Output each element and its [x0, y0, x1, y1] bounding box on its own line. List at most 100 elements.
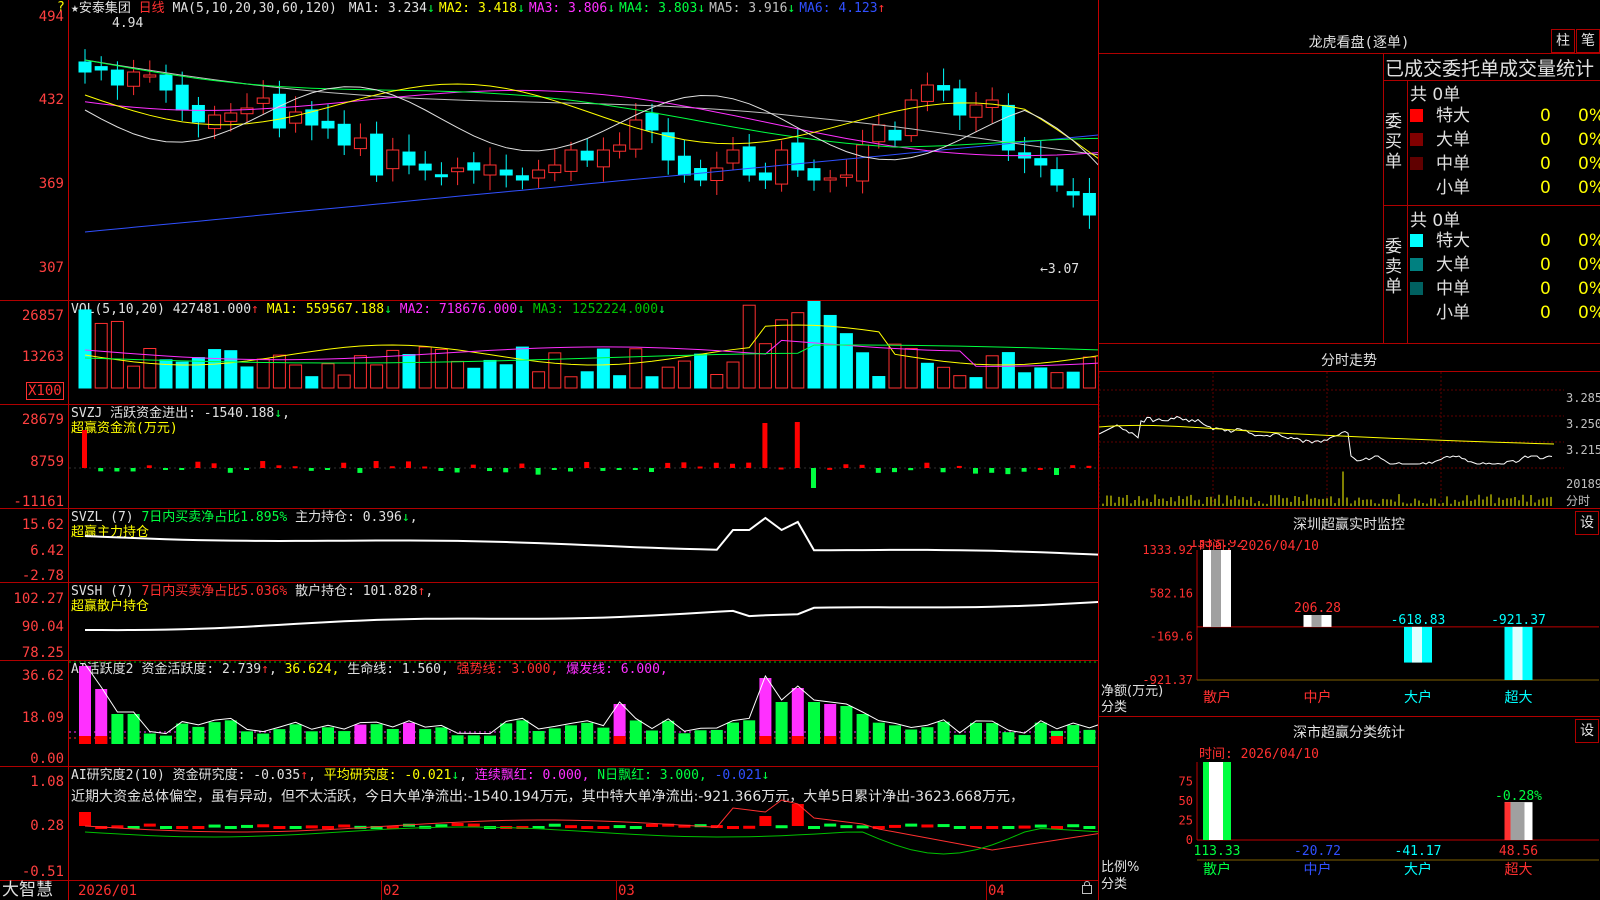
volume-bar — [515, 346, 529, 389]
classify-top-note: -0.28% — [1495, 789, 1542, 804]
candle-body — [645, 112, 659, 131]
ai-active-bar — [970, 722, 982, 744]
classify-settings-button[interactable]: 设 — [1575, 719, 1599, 743]
classify-y-tick: 25 — [1179, 814, 1193, 828]
volume-bar — [418, 346, 432, 389]
svzj-bar — [551, 468, 557, 470]
monitor-settings-button[interactable]: 设 — [1575, 511, 1599, 535]
volume-bar — [677, 360, 691, 389]
sell-count: 0 — [1540, 279, 1551, 299]
candlestick-chart[interactable] — [69, 0, 1098, 300]
volume-bar — [1018, 372, 1032, 389]
classify-category-1: 中户 — [1304, 861, 1332, 878]
price-tick-3: 307 — [38, 260, 64, 276]
ai-active-chart[interactable] — [69, 660, 1098, 766]
monitor-y-tick: 582.16 — [1150, 586, 1193, 600]
svzj-bar — [292, 466, 298, 469]
candle-body — [1066, 191, 1080, 196]
svsh-tick-0: 102.27 — [13, 591, 64, 607]
ai-research-bar — [889, 824, 901, 828]
ai-research-bar — [905, 823, 918, 827]
x-label-feb: 02 — [383, 883, 400, 899]
sell-count: 0 — [1540, 231, 1551, 251]
intraday-tick-0: 3.285 — [1566, 391, 1600, 405]
x-label-jan: 2026/01 — [78, 883, 138, 899]
intraday-panel[interactable]: 分时走势 3.285 3.250 3.215 20189 分时 — [1099, 345, 1600, 510]
lock-icon[interactable] — [1082, 881, 1092, 894]
ai-active-red-base — [791, 736, 804, 744]
svzj-bar — [487, 468, 492, 472]
volume-bar — [337, 374, 351, 389]
ai-research-bar — [727, 826, 739, 829]
volume-bar — [1082, 356, 1096, 389]
ai-research-bar — [613, 825, 626, 829]
svzj-chart[interactable] — [69, 404, 1098, 508]
svzj-bar — [665, 462, 671, 468]
ai-research-bar — [646, 823, 658, 827]
candle-body — [224, 112, 238, 122]
monitor-bar-value-3: -921.37 — [1491, 613, 1546, 628]
volume-bar — [726, 361, 740, 389]
monitor-category-3: 超大 — [1505, 690, 1533, 706]
svzj-bar — [98, 468, 104, 472]
ai-active-bar — [224, 720, 237, 744]
svzj-bar — [1086, 465, 1092, 468]
volume-bar — [548, 352, 562, 389]
ai-active-bar — [484, 735, 496, 744]
svzj-bar — [778, 467, 784, 470]
candle-body — [418, 163, 432, 171]
svzj-bar — [568, 468, 573, 472]
ai-research-bar — [743, 825, 756, 829]
classify-bar-chart[interactable]: 75 50 25 0 -0.28% 113.33 散户 -20.72 中户 -41.17 大户 48.… — [1099, 748, 1600, 900]
svzl-chart[interactable] — [69, 508, 1098, 582]
ai-active-bar — [986, 723, 999, 744]
svsh-chart[interactable] — [69, 582, 1098, 660]
buy-label: 中单 — [1436, 154, 1470, 174]
ai-research-bar — [759, 816, 772, 826]
candle-body — [677, 155, 691, 176]
svzj-bar — [130, 468, 136, 472]
svzj-bar — [811, 468, 816, 488]
candle-body — [191, 104, 205, 123]
candle-body — [920, 84, 934, 102]
ai-research-bar — [775, 825, 788, 829]
sell-row: 小单 0 0% — [1410, 301, 1600, 325]
ai-research-bar — [273, 826, 286, 829]
sell-label: 中单 — [1436, 279, 1470, 299]
ai-research-chart[interactable] — [69, 766, 1098, 880]
sell-row: 大单 0 0% — [1410, 253, 1600, 277]
volume-chart[interactable] — [69, 300, 1098, 404]
volume-unit-badge[interactable]: X100 — [26, 382, 64, 400]
tick-mode-button[interactable]: 笔 — [1576, 29, 1600, 53]
lhb-title: 龙虎看盘(逐单) — [1308, 35, 1410, 51]
svzj-bar — [227, 468, 233, 473]
buy-pct: 0% — [1578, 130, 1600, 150]
candle-body — [110, 69, 124, 86]
candle-body — [856, 144, 870, 182]
svzj-bar — [357, 468, 363, 473]
ai-active-bar — [160, 735, 172, 744]
svzj-bar — [973, 468, 978, 474]
candle-body — [1082, 192, 1096, 216]
buy-total: 共 0单 — [1410, 85, 1461, 105]
ai-research-bar — [856, 825, 869, 829]
svzj-bar — [82, 430, 87, 468]
sell-total: 共 0单 — [1410, 211, 1461, 231]
svzj-tick-0: 28679 — [21, 412, 64, 428]
ai-active-bar — [192, 726, 205, 744]
svzj-bar — [211, 463, 217, 468]
monitor-bar-chart[interactable]: 1333.92 582.16 -169.6 -921.37 1333.92 散户 206.2… — [1099, 540, 1600, 716]
bar-mode-button[interactable]: 柱 — [1551, 29, 1575, 53]
intraday-chart[interactable] — [1099, 372, 1564, 508]
svzj-bar — [146, 465, 152, 468]
volume-bar — [645, 376, 659, 389]
volume-bar — [110, 320, 124, 389]
classify-bar-shine — [1510, 802, 1525, 840]
ai-active-bar — [565, 725, 577, 744]
volume-bar — [920, 362, 934, 389]
chart-area[interactable]: ★安泰集团 日线 MA(5,10,20,30,60,120) MA1: 3.23… — [0, 0, 1098, 900]
svzj-bar — [535, 468, 541, 475]
sell-swatch — [1410, 306, 1423, 319]
ai-active-bar — [273, 729, 286, 744]
ai-research-bar — [937, 824, 950, 828]
